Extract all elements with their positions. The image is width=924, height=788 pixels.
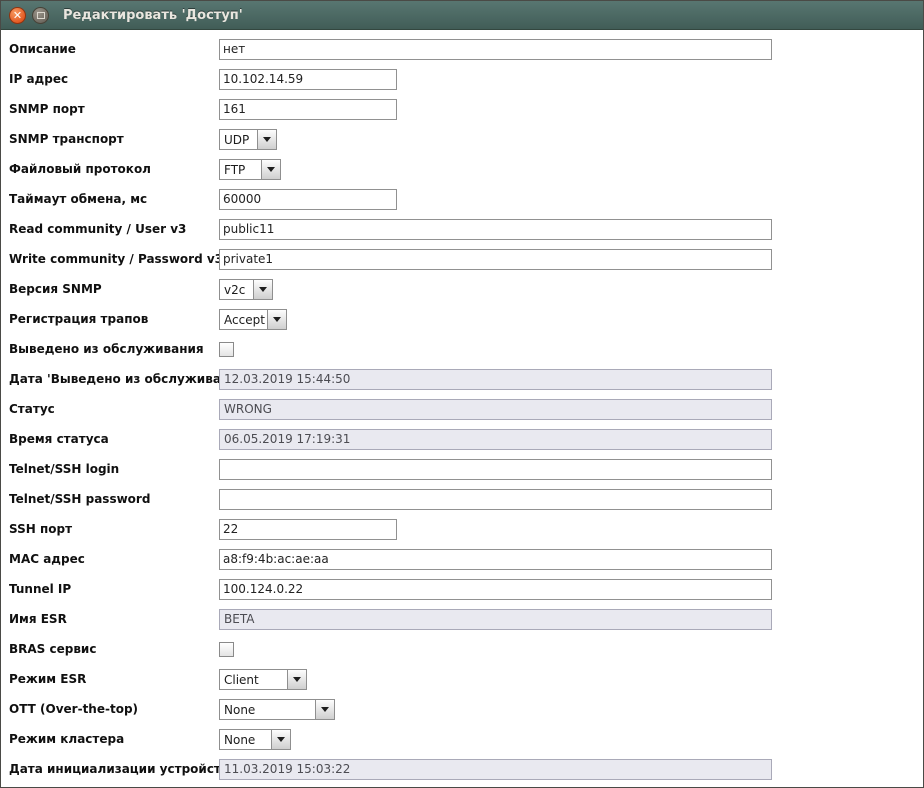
trap-registration-combobox[interactable]: Accept — [219, 309, 287, 330]
row-device-init-date: Дата инициализации устройства 11.03.2019… — [1, 754, 923, 784]
file-protocol-combobox[interactable]: FTP — [219, 159, 281, 180]
esr-mode-combobox[interactable]: Client — [219, 669, 307, 690]
read-community-input[interactable] — [219, 219, 772, 240]
row-telnet-login: Telnet/SSH login — [1, 454, 923, 484]
maximize-button[interactable] — [32, 7, 49, 24]
out-of-service-checkbox[interactable] — [219, 342, 234, 357]
snmp-transport-combobox[interactable]: UDP — [219, 129, 277, 150]
telnet-password-label: Telnet/SSH password — [9, 492, 219, 506]
bras-service-checkbox[interactable] — [219, 642, 234, 657]
telnet-login-input[interactable] — [219, 459, 772, 480]
row-mac-address: MAC адрес — [1, 544, 923, 574]
cluster-mode-label: Режим кластера — [9, 732, 219, 746]
mac-address-input[interactable] — [219, 549, 772, 570]
chevron-down-icon[interactable] — [267, 310, 286, 329]
trap-registration-label: Регистрация трапов — [9, 312, 219, 326]
status-time-field: 06.05.2019 17:19:31 — [219, 429, 772, 450]
row-snmp-version: Версия SNMP v2c — [1, 274, 923, 304]
out-of-service-date-field: 12.03.2019 15:44:50 — [219, 369, 772, 390]
row-out-of-service-date: Дата 'Выведено из обслуживания' 12.03.20… — [1, 364, 923, 394]
row-esr-name: Имя ESR BETA — [1, 604, 923, 634]
chevron-down-icon[interactable] — [271, 730, 290, 749]
combobox-value: v2c — [220, 280, 253, 299]
status-time-label: Время статуса — [9, 432, 219, 446]
row-write-community: Write community / Password v3 — [1, 244, 923, 274]
row-file-protocol: Файловый протокол FTP — [1, 154, 923, 184]
telnet-login-label: Telnet/SSH login — [9, 462, 219, 476]
chevron-down-icon[interactable] — [315, 700, 334, 719]
close-button[interactable]: ✕ — [9, 7, 26, 24]
chevron-down-icon[interactable] — [257, 130, 276, 149]
status-field: WRONG — [219, 399, 772, 420]
read-community-label: Read community / User v3 — [9, 222, 219, 236]
status-label: Статус — [9, 402, 219, 416]
cluster-mode-combobox[interactable]: None — [219, 729, 291, 750]
ip-address-label: IP адрес — [9, 72, 219, 86]
combobox-value: None — [220, 700, 315, 719]
row-trap-registration: Регистрация трапов Accept — [1, 304, 923, 334]
snmp-version-label: Версия SNMP — [9, 282, 219, 296]
write-community-input[interactable] — [219, 249, 772, 270]
write-community-label: Write community / Password v3 — [9, 252, 219, 266]
snmp-port-label: SNMP порт — [9, 102, 219, 116]
file-protocol-label: Файловый протокол — [9, 162, 219, 176]
row-bras-service: BRAS сервис — [1, 634, 923, 664]
chevron-down-icon[interactable] — [253, 280, 272, 299]
close-icon: ✕ — [13, 10, 22, 21]
bras-service-label: BRAS сервис — [9, 642, 219, 656]
ott-combobox[interactable]: None — [219, 699, 335, 720]
row-cluster-mode: Режим кластера None — [1, 724, 923, 754]
row-ott: OTT (Over-the-top) None — [1, 694, 923, 724]
combobox-value: None — [220, 730, 271, 749]
exchange-timeout-input[interactable] — [219, 189, 397, 210]
ip-address-input[interactable] — [219, 69, 397, 90]
row-ssh-port: SSH порт — [1, 514, 923, 544]
combobox-value: Client — [220, 670, 287, 689]
snmp-transport-label: SNMP транспорт — [9, 132, 219, 146]
description-label: Описание — [9, 42, 219, 56]
tunnel-ip-label: Tunnel IP — [9, 582, 219, 596]
row-esr-mode: Режим ESR Client — [1, 664, 923, 694]
device-init-date-field: 11.03.2019 15:03:22 — [219, 759, 772, 780]
mac-address-label: MAC адрес — [9, 552, 219, 566]
row-telnet-password: Telnet/SSH password — [1, 484, 923, 514]
row-snmp-port: SNMP порт — [1, 94, 923, 124]
title-bar[interactable]: ✕ Редактировать 'Доступ' — [1, 1, 923, 30]
snmp-port-input[interactable] — [219, 99, 397, 120]
chevron-down-icon[interactable] — [261, 160, 280, 179]
ssh-port-input[interactable] — [219, 519, 397, 540]
esr-mode-label: Режим ESR — [9, 672, 219, 686]
out-of-service-label: Выведено из обслуживания — [9, 342, 219, 356]
esr-name-field: BETA — [219, 609, 772, 630]
row-ip-address: IP адрес — [1, 64, 923, 94]
access-form: Описание IP адрес SNMP порт SNMP транспо… — [1, 30, 923, 784]
window-title: Редактировать 'Доступ' — [63, 8, 243, 23]
row-description: Описание — [1, 34, 923, 64]
row-snmp-transport: SNMP транспорт UDP — [1, 124, 923, 154]
ott-label: OTT (Over-the-top) — [9, 702, 219, 716]
chevron-down-icon[interactable] — [287, 670, 306, 689]
row-status-time: Время статуса 06.05.2019 17:19:31 — [1, 424, 923, 454]
device-init-date-label: Дата инициализации устройства — [9, 762, 219, 776]
row-out-of-service: Выведено из обслуживания — [1, 334, 923, 364]
telnet-password-input[interactable] — [219, 489, 772, 510]
esr-name-label: Имя ESR — [9, 612, 219, 626]
maximize-icon — [37, 12, 45, 19]
tunnel-ip-input[interactable] — [219, 579, 772, 600]
row-tunnel-ip: Tunnel IP — [1, 574, 923, 604]
ssh-port-label: SSH порт — [9, 522, 219, 536]
exchange-timeout-label: Таймаут обмена, мс — [9, 192, 219, 206]
row-exchange-timeout: Таймаут обмена, мс — [1, 184, 923, 214]
combobox-value: UDP — [220, 130, 257, 149]
row-read-community: Read community / User v3 — [1, 214, 923, 244]
combobox-value: FTP — [220, 160, 261, 179]
combobox-value: Accept — [220, 310, 267, 329]
row-status: Статус WRONG — [1, 394, 923, 424]
edit-access-dialog: ✕ Редактировать 'Доступ' Описание IP адр… — [0, 0, 924, 788]
snmp-version-combobox[interactable]: v2c — [219, 279, 273, 300]
description-input[interactable] — [219, 39, 772, 60]
out-of-service-date-label: Дата 'Выведено из обслуживания' — [9, 372, 219, 386]
